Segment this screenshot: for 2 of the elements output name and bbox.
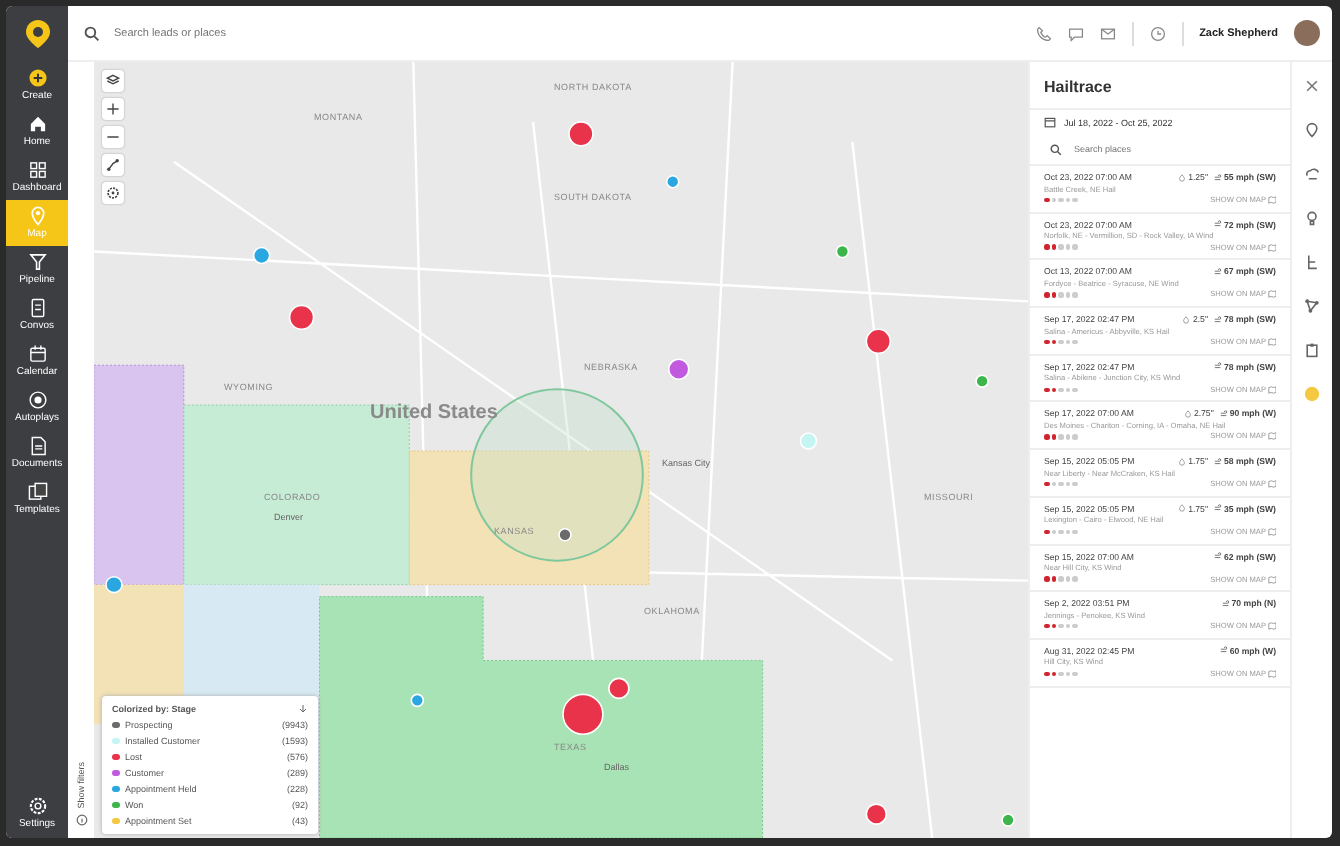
map-label: United States [370,402,498,424]
panel-title: Hailtrace [1042,76,1114,100]
